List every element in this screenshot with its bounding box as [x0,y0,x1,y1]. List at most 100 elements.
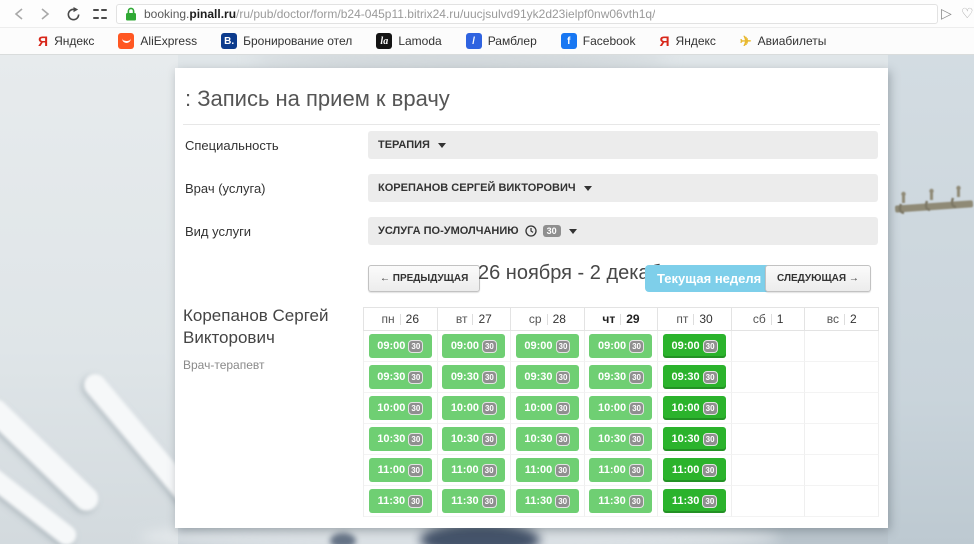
bookmark-yandex[interactable]: ЯЯндекс [38,33,94,49]
bookmark-booking[interactable]: B.Бронирование отел [221,33,352,49]
slot-duration-badge: 30 [629,371,644,384]
time-slot-button[interactable]: 10:3030 [589,427,652,451]
time-slot-button[interactable]: 09:3030 [516,365,579,389]
time-slot-button[interactable]: 11:0030 [663,458,726,482]
bookmark-lamoda[interactable]: laLamoda [376,33,441,49]
bookmark-label: Яндекс [676,34,716,48]
time-slot-button[interactable]: 10:3030 [442,427,505,451]
slot-duration-badge: 30 [556,433,571,446]
slot-cell: 10:0030 [364,393,438,424]
time-slot-button[interactable]: 09:0030 [369,334,432,358]
time-slot-button[interactable]: 11:0030 [589,458,652,482]
slot-cell: 11:0030 [658,455,732,486]
background-wall-left [0,55,178,544]
slot-cell: 09:3030 [658,362,732,393]
time-slot-button[interactable]: 11:3030 [369,489,432,513]
doctor-info: Корепанов Сергей Викторович Врач-терапев… [183,305,361,372]
slot-duration-badge: 30 [482,340,497,353]
empty-day-cell [805,486,879,517]
schedule-table: пн26вт27ср28чт29пт30сб1вс2 09:003009:003… [363,307,879,517]
page-title: : Запись на прием к врачу [185,86,450,112]
slot-cell: 10:3030 [511,424,585,455]
time-slot-button[interactable]: 09:3030 [589,365,652,389]
slot-time: 11:30 [451,495,479,507]
send-icon[interactable]: ▷ [941,5,952,22]
time-slot-button[interactable]: 09:3030 [369,365,432,389]
doctor-name: Корепанов Сергей Викторович [183,305,361,349]
doctor-select[interactable]: КОРЕПАНОВ СЕРГЕЙ ВИКТОРОВИЧ [368,174,878,202]
chevron-down-icon [569,229,577,234]
time-slot-button[interactable]: 09:3030 [663,365,726,389]
time-slot-button[interactable]: 11:3030 [442,489,505,513]
slot-time: 09:00 [598,340,626,352]
time-slot-button[interactable]: 10:0030 [516,396,579,420]
time-slot-button[interactable]: 10:0030 [369,396,432,420]
slot-time: 10:00 [672,402,700,414]
slot-time: 09:00 [377,340,405,352]
previous-week-button[interactable]: ← ПРЕДЫДУЩАЯ [368,265,480,292]
time-slot-button[interactable]: 09:0030 [663,334,726,358]
slot-time: 11:00 [598,464,626,476]
slot-time: 11:00 [525,464,553,476]
back-icon[interactable] [10,5,28,23]
day-header-сб: сб1 [732,307,806,331]
day-header-пн: пн26 [364,307,438,331]
slot-cell: 11:3030 [438,486,512,517]
slot-duration-badge: 30 [629,495,644,508]
next-week-button[interactable]: СЛЕДУЮЩАЯ → [765,265,871,292]
slot-cell: 09:3030 [438,362,512,393]
time-slot-button[interactable]: 10:3030 [369,427,432,451]
time-slot-button[interactable]: 11:0030 [516,458,579,482]
bookmark-aliexpress[interactable]: AliExpress [118,33,197,49]
bookmark-avia[interactable]: ✈Авиабилеты [740,33,826,50]
bookmark-label: Авиабилеты [758,34,827,48]
time-slot-button[interactable]: 11:3030 [516,489,579,513]
time-slot-button[interactable]: 09:0030 [516,334,579,358]
bookmark-rambler[interactable]: /Рамблер [466,33,537,49]
refresh-icon[interactable] [64,5,82,23]
heart-icon[interactable]: ♡ [961,5,974,22]
slot-cell: 11:3030 [585,486,659,517]
time-slot-button[interactable]: 11:0030 [442,458,505,482]
bookmarks-bar: ЯЯндексAliExpressB.Бронирование отелlaLa… [0,28,974,55]
schedule-header-row: пн26вт27ср28чт29пт30сб1вс2 [363,307,879,331]
slot-duration-badge: 30 [408,433,423,446]
chevron-down-icon [584,186,592,191]
slot-duration-badge: 30 [408,340,423,353]
specialty-select[interactable]: ТЕРАПИЯ [368,131,878,159]
time-slot-button[interactable]: 10:0030 [663,396,726,420]
slot-time: 09:00 [451,340,479,352]
bookmark-yandex[interactable]: ЯЯндекс [659,33,715,49]
slot-cell: 09:0030 [364,331,438,362]
bookmark-facebook[interactable]: fFacebook [561,33,636,49]
slot-cell: 10:3030 [658,424,732,455]
time-slot-button[interactable]: 10:0030 [589,396,652,420]
slot-time: 11:00 [378,464,406,476]
time-slot-button[interactable]: 10:0030 [442,396,505,420]
slot-duration-badge: 30 [629,402,644,415]
time-slot-button[interactable]: 11:3030 [663,489,726,513]
service-select[interactable]: УСЛУГА ПО-УМОЛЧАНИЮ 30 [368,217,878,245]
slot-duration-badge: 30 [629,433,644,446]
time-slot-button[interactable]: 11:0030 [369,458,432,482]
time-slot-button[interactable]: 11:3030 [589,489,652,513]
current-week-badge: Текущая неделя [645,265,773,292]
speed-dial-icon[interactable] [92,7,107,21]
service-duration-badge: 30 [543,225,561,237]
slot-cell: 09:0030 [658,331,732,362]
time-slot-button[interactable]: 09:3030 [442,365,505,389]
time-slot-button[interactable]: 10:3030 [516,427,579,451]
time-slot-button[interactable]: 09:0030 [589,334,652,358]
time-slot-button[interactable]: 10:3030 [663,427,726,451]
address-bar[interactable]: booking.pinall.ru/ru/pub/doctor/form/b24… [116,4,938,24]
slot-duration-badge: 30 [482,371,497,384]
aliexpress-icon [118,33,134,49]
yandex-icon: Я [38,33,48,49]
slot-cell: 11:0030 [364,455,438,486]
slot-time: 09:30 [672,371,700,383]
forward-icon[interactable] [36,5,54,23]
slot-time: 11:30 [378,495,406,507]
time-slot-button[interactable]: 09:0030 [442,334,505,358]
slot-time: 09:00 [524,340,552,352]
slot-time: 09:30 [524,371,552,383]
